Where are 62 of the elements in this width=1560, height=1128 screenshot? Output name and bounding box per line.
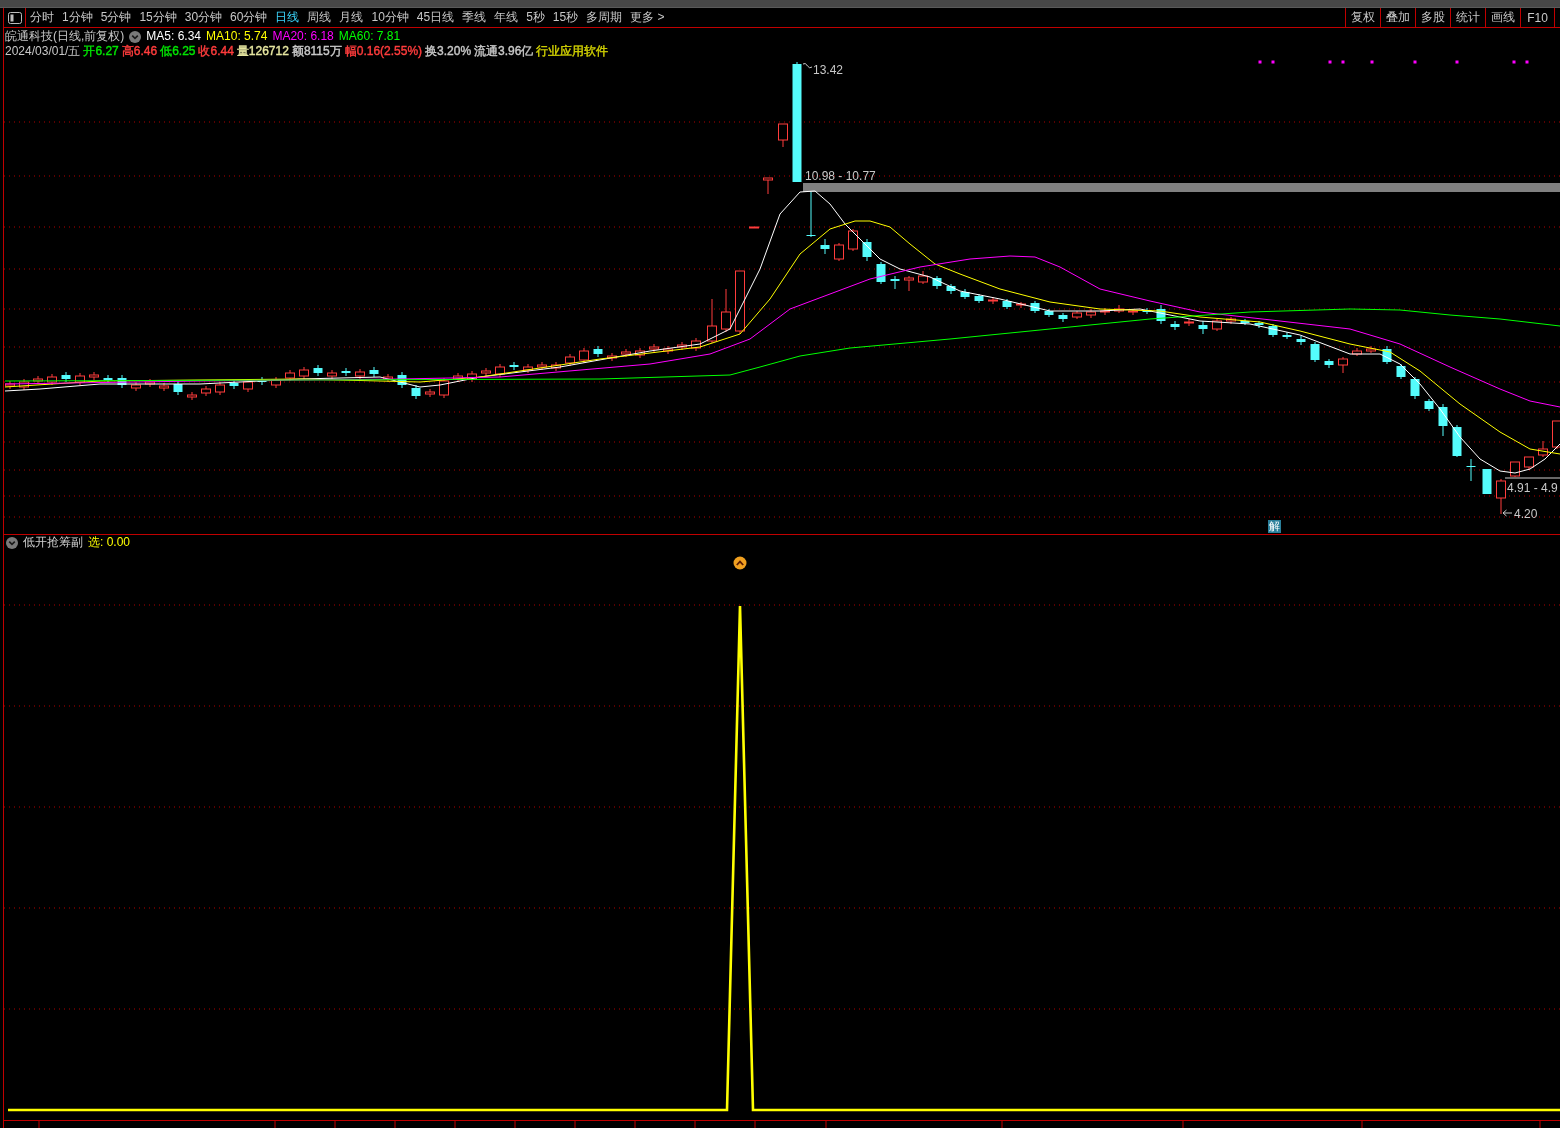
up-chevron-icon <box>733 556 747 570</box>
collapse-chevron-icon[interactable] <box>6 536 18 549</box>
ma-legend: MA5: 6.34 <box>146 29 202 44</box>
leader-line <box>802 62 813 69</box>
tool-button[interactable]: 统计 <box>1450 8 1485 27</box>
quote-date: 2024/03/01/五 <box>5 44 81 59</box>
stock-title: 皖通科技(日线,前复权) <box>5 29 125 44</box>
sidebar-icon[interactable] <box>7 11 22 24</box>
period-tab[interactable]: 多周期 <box>582 8 627 27</box>
quote-field: 额8115万 <box>291 44 342 59</box>
period-tab[interactable]: 60分钟 <box>226 8 272 27</box>
quote-field: 流通3.96亿 <box>474 44 534 59</box>
ma-legend: MA60: 7.81 <box>338 29 401 44</box>
dot-marker-icon <box>1370 60 1374 64</box>
more-menu[interactable]: 更多 > <box>626 8 669 27</box>
tool-button[interactable]: F10 <box>1520 8 1555 27</box>
period-tab[interactable]: 5秒 <box>522 8 549 27</box>
gap-range-label: 10.98 - 10.77 <box>805 169 876 183</box>
period-tab[interactable]: 15分钟 <box>135 8 181 27</box>
quote-field: 幅0.16(2.55%) <box>344 44 423 59</box>
price-gap-line <box>1504 477 1560 479</box>
period-tab[interactable]: 30分钟 <box>180 8 227 27</box>
dropdown-chevron-icon[interactable] <box>129 30 142 43</box>
dot-marker-icon <box>1525 60 1529 64</box>
period-tab[interactable]: 周线 <box>303 8 336 27</box>
leader-arrow <box>1502 509 1513 517</box>
tool-button[interactable]: 画线 <box>1485 8 1520 27</box>
tool-button[interactable]: 多股 <box>1415 8 1450 27</box>
indicator-value: 选: 0.00 <box>88 535 131 550</box>
low-price-label: 4.20 <box>1514 507 1538 521</box>
period-tab[interactable]: 10分钟 <box>367 8 413 27</box>
quote-field: 换3.20% <box>425 44 472 59</box>
period-tab[interactable]: 45日线 <box>412 8 459 27</box>
dot-marker-icon <box>1512 60 1516 64</box>
ma-legend: MA20: 6.18 <box>272 29 334 44</box>
period-tab[interactable]: 月线 <box>335 8 368 27</box>
period-tab[interactable]: 日线 <box>271 8 304 27</box>
period-tab[interactable]: 1分钟 <box>58 8 97 27</box>
high-price-label: 13.42 <box>813 63 844 77</box>
period-tab[interactable]: 15秒 <box>548 8 583 27</box>
quote-field: 收6.44 <box>198 44 234 59</box>
dot-marker-icon <box>1341 60 1345 64</box>
tool-button[interactable]: 叠加 <box>1380 8 1415 27</box>
dot-marker-icon <box>1258 60 1262 64</box>
period-tab[interactable]: 5分钟 <box>96 8 136 27</box>
period-tab[interactable]: 年线 <box>490 8 523 27</box>
dot-marker-icon <box>1271 60 1275 64</box>
dot-marker-icon <box>1455 60 1459 64</box>
indicator-title: 低开抢筹副 <box>23 535 83 550</box>
gap-range-label: 4.91 - 4.9 <box>1507 481 1558 495</box>
quote-field: 低6.25 <box>160 44 196 59</box>
tool-button[interactable]: 复权 <box>1345 8 1380 27</box>
quote-field: 行业应用软件 <box>536 44 609 59</box>
quote-field: 高6.46 <box>121 44 158 59</box>
period-tab[interactable]: 季线 <box>458 8 491 27</box>
dot-marker-icon <box>1328 60 1332 64</box>
period-tab[interactable]: 分时 <box>26 8 58 27</box>
ma-legend: MA10: 5.74 <box>206 29 268 44</box>
dot-marker-icon <box>1413 60 1417 64</box>
quote-field: 开6.27 <box>83 44 119 59</box>
quote-field: 量126712 <box>236 44 289 59</box>
info-badge[interactable]: 解 <box>1268 520 1281 533</box>
